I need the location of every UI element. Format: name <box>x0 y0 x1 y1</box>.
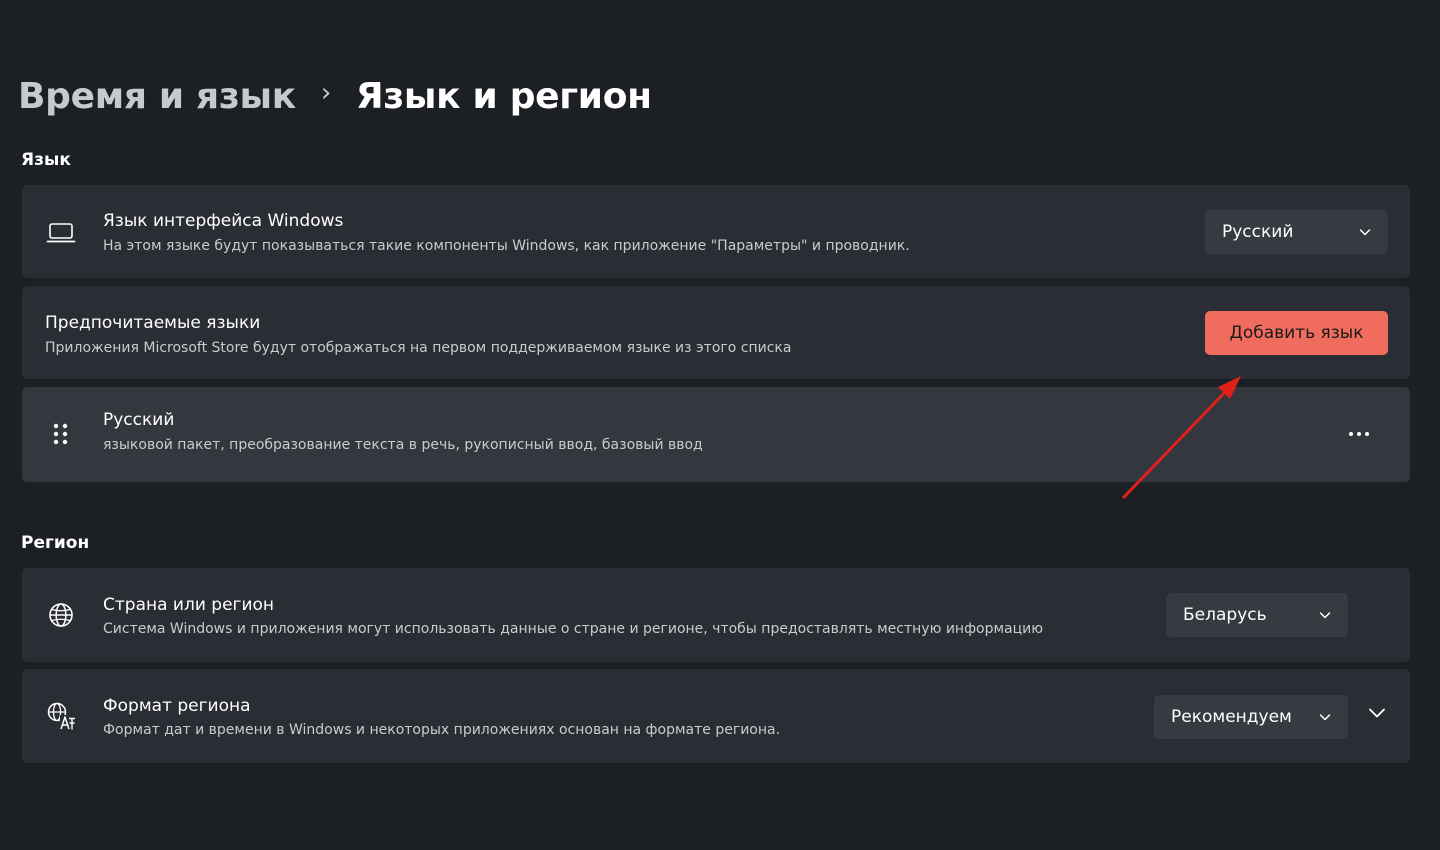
section-title-language: Язык <box>21 150 71 170</box>
drag-handle-icon[interactable] <box>46 419 76 449</box>
regional-format-value: Рекомендуем <box>1171 707 1292 727</box>
language-item[interactable]: Русский языковой пакет, преобразование т… <box>22 387 1410 482</box>
regional-format-dropdown[interactable]: Рекомендуем <box>1154 695 1348 739</box>
preferred-languages-title: Предпочитаемые языки <box>45 313 261 333</box>
more-icon <box>1349 432 1369 436</box>
breadcrumb-parent-link[interactable]: Время и язык <box>18 76 296 117</box>
display-language-value: Русский <box>1222 222 1294 242</box>
country-region-description: Система Windows и приложения могут испол… <box>103 621 1044 637</box>
display-language-card: Язык интерфейса Windows На этом языке бу… <box>22 185 1410 278</box>
regional-format-description: Формат дат и времени в Windows и некотор… <box>103 722 781 738</box>
page-title: Язык и регион <box>355 75 652 117</box>
section-title-region: Регион <box>21 533 90 553</box>
language-item-name: Русский <box>103 410 175 430</box>
laptop-icon <box>46 218 76 248</box>
display-language-description: На этом языке будут показываться такие к… <box>103 238 910 254</box>
breadcrumb: Время и язык › Язык и регион <box>18 68 652 124</box>
globe-icon <box>46 600 76 630</box>
preferred-languages-card: Предпочитаемые языки Приложения Microsof… <box>22 286 1410 379</box>
display-language-dropdown[interactable]: Русский <box>1205 210 1388 254</box>
regional-format-card: Формат региона Формат дат и времени в Wi… <box>22 669 1410 763</box>
add-language-button[interactable]: Добавить язык <box>1205 311 1388 355</box>
country-region-value: Беларусь <box>1183 605 1267 625</box>
breadcrumb-chevron-icon: › <box>320 78 331 108</box>
display-language-title: Язык интерфейса Windows <box>103 211 344 231</box>
country-region-card: Страна или регион Система Windows и прил… <box>22 568 1410 662</box>
chevron-down-icon <box>1319 612 1331 619</box>
language-item-features: языковой пакет, преобразование текста в … <box>103 437 703 453</box>
expand-chevron-icon[interactable] <box>1366 702 1388 724</box>
language-format-icon <box>46 701 76 731</box>
country-region-dropdown[interactable]: Беларусь <box>1166 593 1348 637</box>
country-region-title: Страна или регион <box>103 595 275 615</box>
more-options-button[interactable] <box>1346 421 1372 447</box>
chevron-down-icon <box>1359 229 1371 236</box>
chevron-down-icon <box>1319 714 1331 721</box>
preferred-languages-description: Приложения Microsoft Store будут отображ… <box>45 340 792 356</box>
regional-format-title: Формат региона <box>103 696 251 716</box>
